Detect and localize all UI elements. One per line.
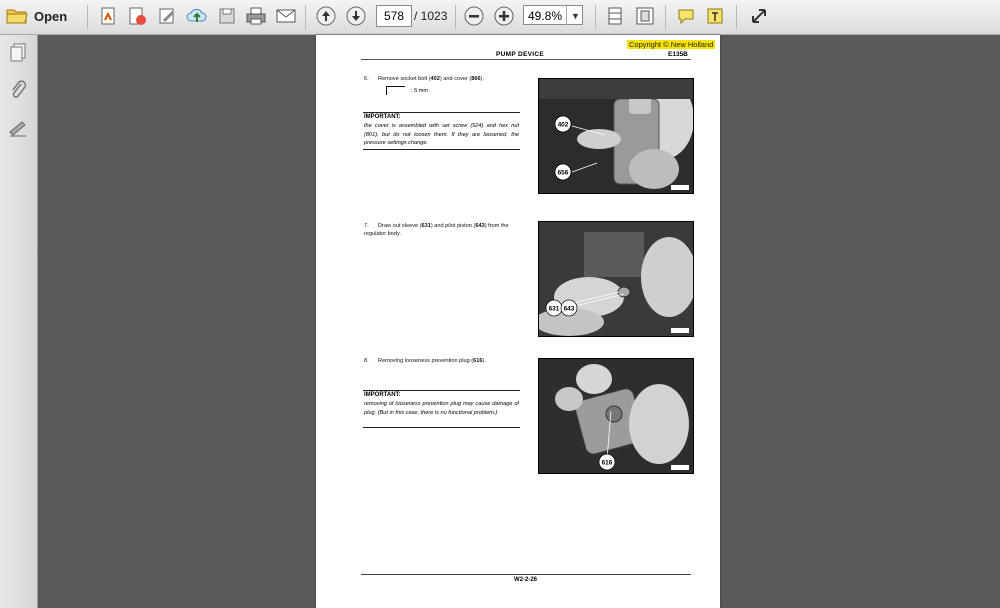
important-divider-top <box>363 112 520 113</box>
open-button[interactable]: Open <box>6 5 74 27</box>
save-icon[interactable] <box>216 5 238 27</box>
navigation-sidebar <box>0 35 38 608</box>
toolbar-separator <box>87 5 88 29</box>
highlight-icon[interactable] <box>704 5 726 27</box>
page-header-title: PUMP DEVICE <box>496 51 544 58</box>
important-heading: IMPORTANT: <box>364 114 401 120</box>
step-7: 7. Draw out sleeve (631) and pilot piston… <box>364 222 524 238</box>
step-text: Draw out sleeve (631) and pilot piston (… <box>364 223 509 237</box>
step-number: 8. <box>364 358 369 364</box>
callout-402: 402 <box>558 122 569 129</box>
upload-icon[interactable] <box>186 5 208 27</box>
single-page-view-icon[interactable] <box>604 5 626 27</box>
previous-page-icon[interactable] <box>315 5 337 27</box>
email-icon[interactable] <box>275 5 297 27</box>
important-divider-bottom <box>363 149 520 150</box>
print-icon[interactable] <box>245 5 267 27</box>
folder-icon <box>6 9 28 24</box>
zoom-out-icon[interactable] <box>463 5 485 27</box>
document-page: Copyright © New Holland PUMP DEVICE E135… <box>316 35 720 608</box>
header-divider <box>361 59 691 60</box>
photo-step-8: 616 <box>538 358 694 474</box>
step-8: 8. Removing looseness prevention plug (61… <box>364 357 524 365</box>
open-label: Open <box>34 8 68 24</box>
next-page-icon[interactable] <box>345 5 367 27</box>
toolbar-separator <box>665 5 666 29</box>
toolbar-separator <box>595 5 596 29</box>
toolbar-separator <box>455 5 456 29</box>
toolbar-separator <box>736 5 737 29</box>
toolbar-separator <box>305 5 306 29</box>
step-number: 6. <box>364 76 369 82</box>
comment-icon[interactable] <box>675 5 697 27</box>
hex-wrench-icon <box>386 86 405 95</box>
photo-step-7: 631 643 <box>538 221 694 337</box>
page-total: / 1023 <box>414 9 448 23</box>
callout-643: 643 <box>564 306 575 313</box>
full-screen-icon[interactable] <box>748 5 770 27</box>
chevron-down-icon[interactable]: ▼ <box>566 6 584 25</box>
callout-616: 616 <box>602 460 613 467</box>
important-divider-bottom <box>363 427 520 428</box>
important-text: the cover is assembled with set screw (9… <box>364 123 519 146</box>
page-number-input[interactable]: 578 <box>376 5 412 27</box>
photo-step-6: 402 656 <box>538 78 694 194</box>
toolbar: Open 578 / 1023 49.8% ▼ <box>0 0 1000 35</box>
zoom-in-icon[interactable] <box>493 5 515 27</box>
important-heading: IMPORTANT: <box>364 392 401 398</box>
step-6: 6. Remove socket bolt (402) and cover (86… <box>364 75 524 83</box>
fit-page-icon[interactable] <box>634 5 656 27</box>
callout-631: 631 <box>549 306 560 313</box>
wrench-size: : 5 mm <box>411 88 429 94</box>
page-footer: W2-2-26 <box>514 577 538 583</box>
step-text: Removing looseness prevention plug (616)… <box>378 358 486 364</box>
step-text: Remove socket bolt (402) and cover (866)… <box>378 76 485 82</box>
create-pdf-icon[interactable] <box>97 5 119 27</box>
important-text: removing of looseness prevention plug ma… <box>364 401 519 416</box>
copyright-notice: Copyright © New Holland <box>627 40 716 49</box>
attachments-icon[interactable] <box>7 79 29 101</box>
signatures-icon[interactable] <box>7 117 29 139</box>
page-header-model: E135B <box>668 51 688 58</box>
edit-pdf-icon[interactable] <box>126 5 148 27</box>
step-number: 7. <box>364 223 369 229</box>
important-divider-top <box>363 390 520 391</box>
footer-divider <box>361 574 691 575</box>
callout-656: 656 <box>558 170 569 177</box>
page-thumbnails-icon[interactable] <box>7 41 29 63</box>
sign-icon[interactable] <box>156 5 178 27</box>
